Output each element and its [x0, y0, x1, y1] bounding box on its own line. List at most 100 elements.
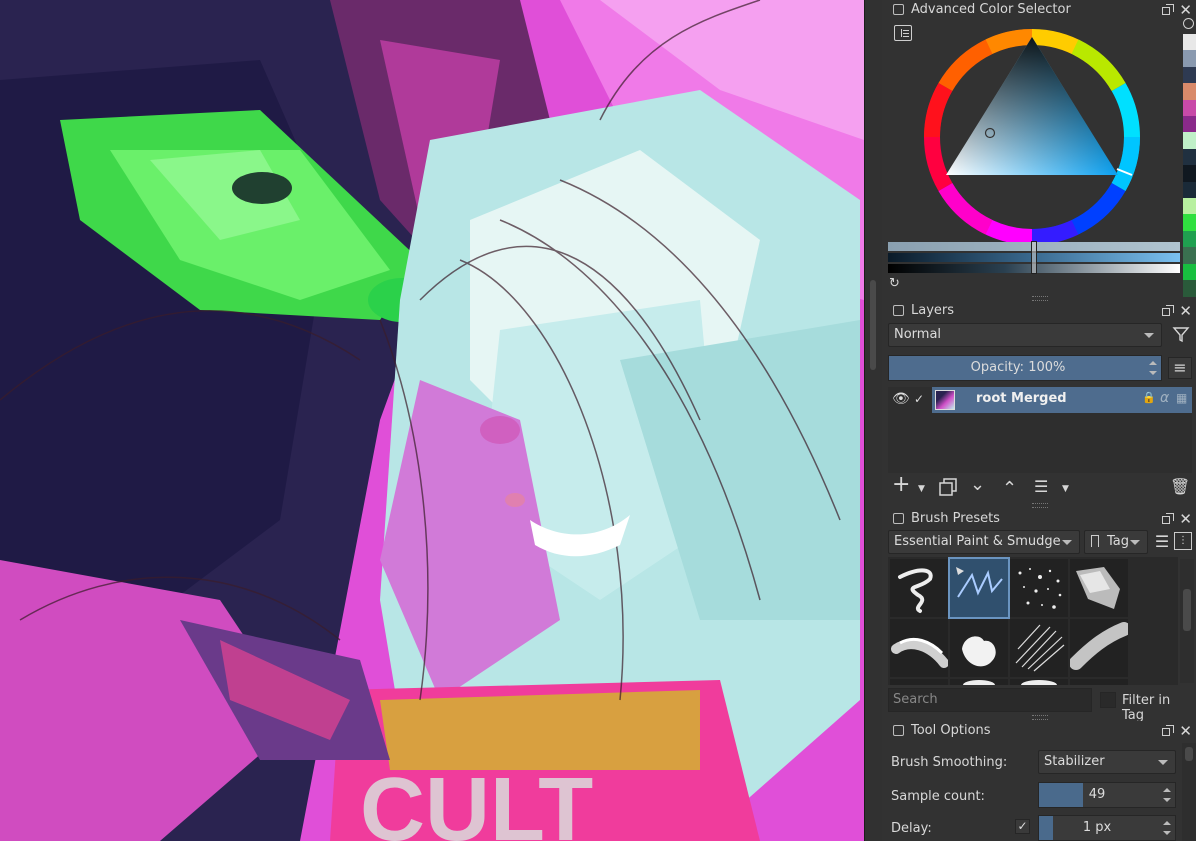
filter-in-tag-checkbox[interactable] — [1100, 692, 1116, 708]
alpha-lock-icon[interactable]: α — [1160, 390, 1169, 406]
brush-preset-tile[interactable] — [1010, 679, 1068, 685]
float-docker-icon[interactable] — [1162, 4, 1174, 15]
sample-count-spinbox[interactable]: 49 — [1038, 782, 1176, 808]
add-layer-icon[interactable]: + — [892, 474, 910, 496]
float-docker-icon[interactable] — [1162, 513, 1174, 524]
close-docker-icon[interactable]: ✕ — [1179, 721, 1192, 741]
decrease-icon[interactable] — [1163, 798, 1171, 802]
brush-preset-tile[interactable] — [1010, 619, 1068, 677]
color-selector-settings-icon[interactable] — [894, 25, 912, 41]
recent-color-swatch[interactable] — [1183, 99, 1196, 117]
search-placeholder: Search — [893, 692, 938, 707]
recent-color-swatch[interactable] — [1183, 83, 1196, 101]
brush-preset-tile[interactable] — [1010, 559, 1068, 617]
increase-icon[interactable] — [1149, 361, 1157, 365]
recent-color-swatch[interactable] — [1183, 165, 1196, 183]
recent-color-swatch[interactable] — [1183, 230, 1196, 248]
brush-preset-tile[interactable] — [890, 619, 948, 677]
filter-icon[interactable] — [1170, 325, 1192, 348]
float-docker-icon[interactable] — [1162, 305, 1174, 316]
delay-checkbox[interactable]: ✓ — [1015, 819, 1030, 834]
layer-menu-icon[interactable]: ≡ — [1168, 357, 1192, 379]
recent-color-swatch[interactable] — [1183, 280, 1196, 297]
recent-color-swatch[interactable] — [1183, 181, 1196, 199]
opacity-slider[interactable]: Opacity: 100% — [888, 355, 1162, 381]
brush-preset-tile[interactable] — [890, 679, 948, 685]
inherit-alpha-icon[interactable]: ▦ — [1176, 391, 1187, 405]
canvas-vertical-scrollbar[interactable] — [864, 0, 882, 841]
layer-properties-icon[interactable]: ☰ — [1034, 477, 1048, 497]
move-layer-up-icon[interactable]: ⌃ — [1002, 479, 1017, 499]
brush-preset-tile[interactable] — [890, 559, 948, 617]
move-layer-down-icon[interactable]: ⌄ — [970, 475, 985, 495]
brush-grid — [888, 557, 1178, 685]
decrease-icon[interactable] — [1149, 371, 1157, 375]
tool-options-scrollbar[interactable] — [1182, 743, 1196, 841]
increase-icon[interactable] — [1163, 788, 1171, 792]
recent-color-swatch[interactable] — [1183, 66, 1196, 84]
recent-color-swatch[interactable] — [1183, 132, 1196, 150]
drawing-canvas[interactable]: CULT — [0, 0, 864, 841]
recent-color-swatch[interactable] — [1183, 50, 1196, 68]
docker-handle-icon — [893, 725, 904, 736]
recent-color-swatch[interactable] — [1183, 148, 1196, 166]
blend-mode-select[interactable]: Normal — [888, 323, 1162, 347]
delete-layer-icon[interactable]: 🗑 — [1170, 477, 1190, 497]
brush-preset-tile[interactable] — [950, 619, 1008, 677]
brush-search-input[interactable]: Search — [888, 688, 1092, 712]
brush-category-select[interactable]: Essential Paint & Smudge — [888, 530, 1080, 554]
brush-panel-options-icon[interactable]: ⋮ — [1174, 532, 1192, 550]
brush-preset-tile[interactable] — [1070, 619, 1128, 677]
brush-presets-title: Brush Presets — [911, 511, 1000, 526]
eye-icon[interactable]: 👁 — [892, 391, 910, 407]
artwork: CULT — [0, 0, 864, 841]
scrollbar-thumb[interactable] — [870, 280, 876, 370]
funnel-icon — [1172, 327, 1190, 343]
layers-header: Layers ✕ — [882, 301, 1196, 321]
recent-color-swatch[interactable] — [1183, 34, 1196, 51]
brush-presets-docker: Brush Presets ✕ Essential Paint & Smudge… — [882, 509, 1196, 723]
brush-preset-tile[interactable] — [950, 679, 1008, 685]
layers-title: Layers — [911, 303, 955, 318]
chevron-down-icon — [1130, 540, 1140, 545]
lock-icon[interactable]: 🔒 — [1142, 391, 1156, 404]
brush-smoothing-value: Stabilizer — [1044, 754, 1105, 769]
checkbox-icon[interactable]: ✓ — [914, 392, 924, 406]
close-docker-icon[interactable]: ✕ — [1179, 509, 1192, 529]
brush-smoothing-select[interactable]: Stabilizer — [1038, 750, 1176, 774]
chevron-down-icon — [1062, 540, 1072, 545]
color-selector-docker: Advanced Color Selector ✕ ↻ — [882, 0, 1196, 301]
recent-color-swatch[interactable] — [1183, 263, 1196, 281]
reset-color-icon[interactable]: ↻ — [889, 274, 900, 294]
docker-grip[interactable] — [1032, 503, 1048, 508]
decrease-icon[interactable] — [1163, 831, 1171, 835]
recent-color-swatch[interactable] — [1183, 198, 1196, 215]
delay-spinbox[interactable]: 1 px — [1038, 815, 1176, 841]
layer-row[interactable]: 👁 ✓ root Merged 🔒 α ▦ — [888, 387, 1192, 413]
close-docker-icon[interactable]: ✕ — [1179, 301, 1192, 321]
no-color-icon[interactable] — [1183, 18, 1194, 29]
brush-preset-tile[interactable] — [1070, 679, 1128, 685]
float-docker-icon[interactable] — [1162, 725, 1174, 736]
layer-properties-menu-icon[interactable]: ▼ — [1062, 479, 1069, 499]
tag-select[interactable]: Tag — [1084, 530, 1148, 554]
color-wheel[interactable] — [912, 17, 1152, 257]
brush-list-view-icon[interactable]: ☰ — [1152, 532, 1172, 552]
sample-count-label: Sample count: — [891, 789, 985, 804]
add-layer-menu-icon[interactable]: ▼ — [918, 479, 925, 499]
increase-icon[interactable] — [1163, 821, 1171, 825]
docker-handle-icon — [893, 305, 904, 316]
docker-grip[interactable] — [1032, 715, 1048, 720]
recent-color-swatch[interactable] — [1183, 214, 1196, 232]
recent-color-swatch[interactable] — [1183, 116, 1196, 133]
recent-color-swatch[interactable] — [1183, 247, 1196, 265]
slider-handle[interactable] — [1031, 241, 1037, 274]
brush-category-value: Essential Paint & Smudge — [894, 534, 1061, 549]
chevron-down-icon — [1158, 760, 1168, 765]
brush-grid-scrollbar[interactable] — [1180, 559, 1194, 683]
duplicate-layer-icon[interactable] — [938, 477, 958, 497]
brush-preset-tile-selected[interactable] — [948, 557, 1010, 619]
brush-preset-tile[interactable] — [1070, 559, 1128, 617]
layer-name[interactable]: root Merged — [976, 391, 1067, 406]
bookmark-icon — [1091, 535, 1099, 547]
